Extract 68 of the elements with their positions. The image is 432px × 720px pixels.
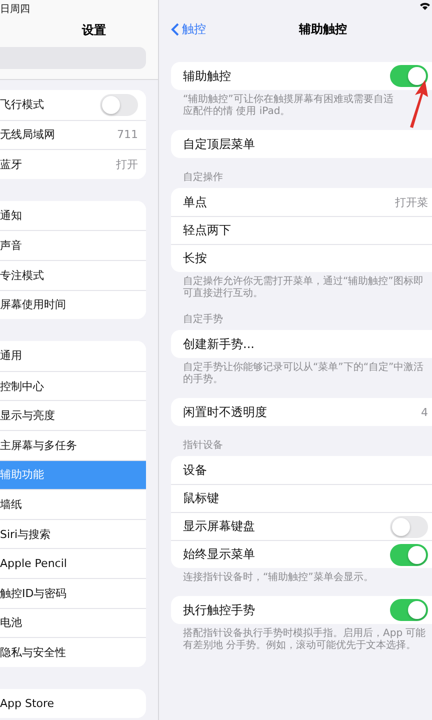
row-label: 轻点两下 [183, 222, 231, 239]
toggle-switch[interactable] [390, 65, 428, 87]
row-label: 始终显示菜单 [183, 546, 255, 563]
item-label: App Store [0, 696, 54, 710]
row-label: 鼠标键 [183, 490, 219, 507]
item-label: 墙纸 [0, 496, 22, 512]
wifi-icon [420, 2, 430, 10]
row-label: 辅助触控 [183, 68, 231, 84]
toggle-switch[interactable] [390, 516, 428, 538]
sidebar-item[interactable]: 控制中心 [0, 370, 146, 400]
status-date: 日周四 [0, 3, 31, 16]
section-footer: “辅助触控”可让你在触摸屏幕有困难或需要自适应配件的情 使用 iPad。 [171, 90, 402, 118]
item-label: 无线局域网 [0, 127, 55, 142]
section-footer: 自定手势让你能够记录可以从“菜单”下的“自定”中激活的手势。 [171, 358, 432, 386]
settings-row[interactable]: 始终显示菜单 [171, 540, 432, 568]
item-label: 蓝牙 [0, 156, 22, 172]
item-label: 电池 [0, 615, 22, 630]
sidebar-item[interactable]: Siri与搜索 [0, 518, 146, 548]
row-label: 长按 [183, 250, 207, 267]
toggle-switch[interactable] [100, 94, 138, 116]
section-header: 自定操作 [182, 170, 224, 185]
settings-row[interactable]: 辅助触控 [171, 62, 432, 90]
back-chevron-icon [171, 22, 179, 36]
section-header: 自定手势 [182, 312, 224, 327]
row-label: 创建新手势... [183, 336, 254, 352]
settings-row[interactable]: 设备 [171, 456, 432, 484]
item-label: 飞行模式 [0, 97, 44, 112]
item-label: 控制中心 [0, 378, 44, 394]
section-header: 指针设备 [182, 438, 224, 453]
item-label: 通用 [0, 348, 22, 364]
item-label: 显示与亮度 [0, 408, 55, 424]
item-label: Apple Pencil [0, 557, 67, 570]
settings-row[interactable]: 轻点两下 [171, 216, 432, 244]
item-label: 专注模式 [0, 268, 44, 283]
item-label: 声音 [0, 238, 22, 254]
item-label: 触控ID与密码 [0, 586, 67, 601]
item-label: Siri与搜索 [0, 526, 51, 542]
settings-row[interactable]: 显示屏幕键盘 [171, 512, 432, 540]
settings-row[interactable]: 自定顶层菜单 [171, 130, 432, 158]
row-value: 打开菜 [395, 194, 428, 210]
row-label: 闲置时不透明度 [183, 404, 267, 420]
item-label: 屏幕使用时间 [0, 297, 66, 312]
section-footer: 搭配指针设备执行手势时模拟手指。启用后，App 可能有差别地 分手势。例如，滚动可能优先于文本选择。 [171, 624, 432, 652]
item-label: 主屏幕与多任务 [0, 438, 77, 453]
section-footer: 连接指针设备时，“辅助触控”菜单会显示。 [171, 568, 432, 584]
row-label: 单点 [183, 194, 207, 210]
settings-row[interactable]: 鼠标键 [171, 484, 432, 512]
item-label: 隐私与安全性 [0, 644, 66, 660]
sidebar-title: 设置 [82, 22, 106, 39]
row-label: 显示屏幕键盘 [183, 518, 255, 535]
row-label: 设备 [183, 462, 207, 478]
item-value: 打开 [116, 156, 138, 172]
item-value: 711 [117, 128, 138, 142]
settings-row[interactable]: 长按 [171, 244, 432, 272]
row-label: 执行触控手势 [183, 602, 255, 618]
row-value: 4 [421, 406, 428, 418]
settings-row[interactable]: 单点 打开菜 [171, 188, 432, 216]
settings-row[interactable]: 执行触控手势 [171, 596, 432, 624]
settings-row[interactable]: 创建新手势... [171, 330, 432, 358]
item-label: 辅助功能 [0, 467, 44, 482]
section-footer: 自定操作允许你无需打开菜单，通过“辅助触控”图标即可直接进行互动。 [171, 272, 432, 300]
item-label: 通知 [0, 208, 22, 224]
row-label: 自定顶层菜单 [183, 136, 255, 152]
back-button[interactable]: 触控 [171, 20, 206, 38]
toggle-switch[interactable] [390, 544, 428, 566]
page-title: 辅助触控 [299, 20, 347, 38]
toggle-switch[interactable] [390, 599, 428, 621]
settings-row[interactable]: 闲置时不透明度 4 [171, 398, 432, 426]
